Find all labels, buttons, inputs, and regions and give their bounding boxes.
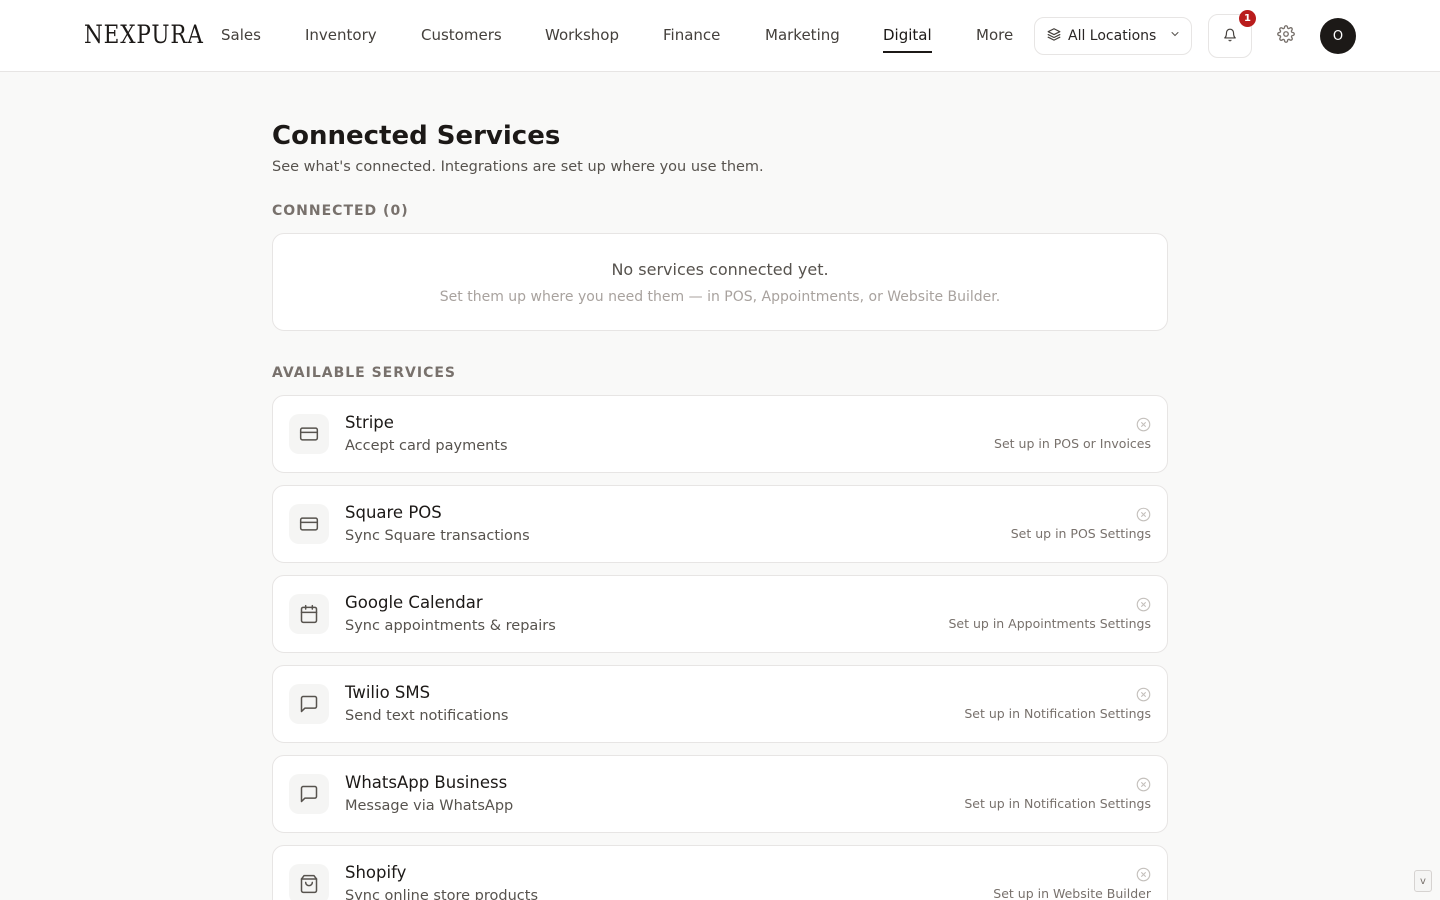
scroll-down-button[interactable]: v [1414,870,1432,892]
service-name: Square POS [345,503,442,522]
service-description: Accept card payments [345,438,508,454]
not-connected-icon [1135,866,1151,882]
nav-item-digital[interactable]: Digital [883,25,932,53]
top-navigation-bar: NEXPURA Sales Inventory Customers Worksh… [0,0,1440,72]
not-connected-icon [1135,686,1151,702]
empty-state-title: No services connected yet. [611,260,829,279]
nav-item-finance[interactable]: Finance [663,25,720,45]
service-description: Send text notifications [345,708,509,724]
not-connected-icon [1135,506,1151,522]
notification-count-badge: 1 [1239,10,1256,27]
bell-icon [1223,27,1237,46]
message-square-icon [289,774,329,814]
service-card-square-pos: Square POS Sync Square transactions Set … [272,485,1168,563]
empty-state-description: Set them up where you need them — in POS… [439,289,1001,305]
settings-button[interactable] [1274,24,1298,48]
location-selector[interactable]: All Locations [1034,17,1192,55]
service-setup-link[interactable]: Set up in Notification Settings [964,796,1151,812]
service-name: WhatsApp Business [345,773,508,792]
service-setup-link[interactable]: Set up in Notification Settings [964,706,1151,722]
gear-icon [1277,25,1295,47]
service-description: Sync online store products [345,888,539,900]
credit-card-icon [289,414,329,454]
page-title: Connected Services [272,121,561,151]
available-section-label: AVAILABLE SERVICES [272,365,456,381]
service-name: Twilio SMS [345,683,431,702]
nav-item-marketing[interactable]: Marketing [765,25,840,45]
nav-item-inventory[interactable]: Inventory [305,25,377,45]
service-setup-link[interactable]: Set up in Appointments Settings [948,616,1151,632]
shopping-bag-icon [289,864,329,900]
chevron-down-icon [1169,28,1181,44]
service-description: Message via WhatsApp [345,798,514,814]
not-connected-icon [1135,596,1151,612]
service-card-stripe: Stripe Accept card payments Set up in PO… [272,395,1168,473]
user-avatar[interactable]: O [1320,18,1356,54]
nav-item-customers[interactable]: Customers [421,25,502,45]
service-card-whatsapp-business: WhatsApp Business Message via WhatsApp S… [272,755,1168,833]
service-card-shopify: Shopify Sync online store products Set u… [272,845,1168,900]
calendar-icon [289,594,329,634]
service-card-google-calendar: Google Calendar Sync appointments & repa… [272,575,1168,653]
nav-item-sales[interactable]: Sales [221,25,261,45]
connected-section-label: CONNECTED (0) [272,203,409,219]
connected-empty-state: No services connected yet. Set them up w… [272,233,1168,331]
service-name: Shopify [345,863,407,882]
service-card-twilio-sms: Twilio SMS Send text notifications Set u… [272,665,1168,743]
service-setup-link[interactable]: Set up in Website Builder [993,886,1151,900]
message-square-icon [289,684,329,724]
service-setup-link[interactable]: Set up in POS or Invoices [994,436,1151,452]
service-name: Google Calendar [345,593,483,612]
not-connected-icon [1135,416,1151,432]
nav-item-more[interactable]: More [976,25,1013,45]
credit-card-icon [289,504,329,544]
service-description: Sync Square transactions [345,528,530,544]
service-setup-link[interactable]: Set up in POS Settings [1011,526,1151,542]
service-name: Stripe [345,413,394,432]
nav-item-workshop[interactable]: Workshop [545,25,619,45]
layers-icon [1047,27,1061,45]
location-selector-label: All Locations [1068,28,1157,44]
page-subtitle: See what's connected. Integrations are s… [272,159,764,175]
service-description: Sync appointments & repairs [345,618,556,634]
not-connected-icon [1135,776,1151,792]
